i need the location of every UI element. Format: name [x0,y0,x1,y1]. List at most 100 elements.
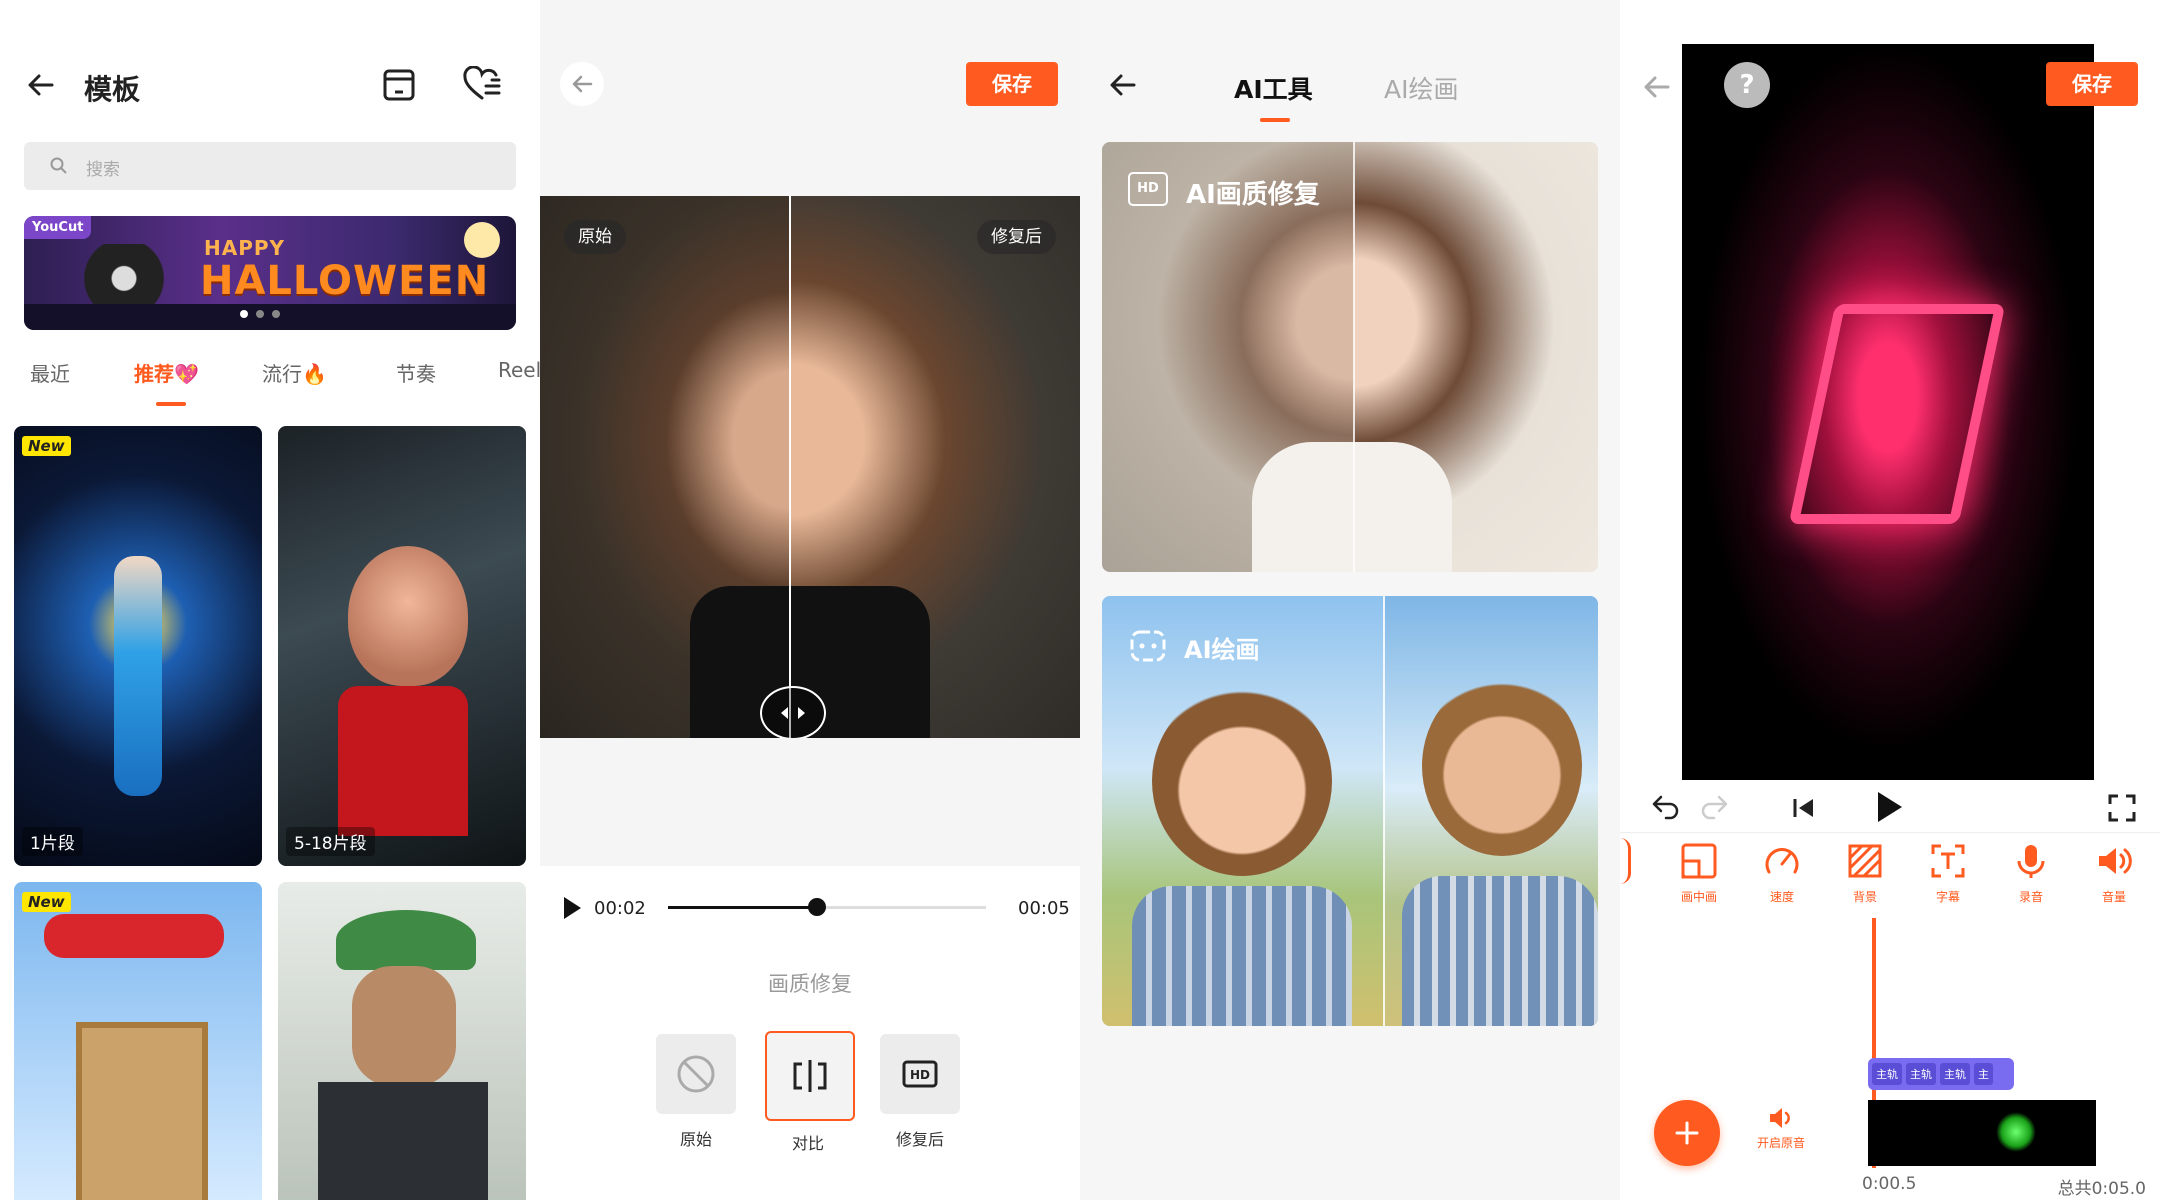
tool-speed[interactable]: 速度 [1747,842,1817,905]
progress-track[interactable] [668,898,986,916]
progress-knob[interactable] [808,898,827,916]
tab-label: Reel [498,358,540,382]
mode-compare-button[interactable]: 对比 [765,1031,855,1154]
card-divider [1383,596,1385,1026]
tab-label: 节奏 [396,362,436,386]
back-arrow-icon[interactable] [1108,70,1138,100]
main-track-labels[interactable]: 主轨 主轨 主轨 主 [1868,1058,2014,1090]
restore-screen: 保存 原始 修复后 00:02 00:05 画质修复 原始 对比 HD 修复后 [540,0,1080,1200]
card-figure [114,556,162,796]
mic-icon [2012,842,2066,880]
halloween-banner[interactable]: YouCut HAPPY HALLOWEEN [24,216,516,330]
tool-record[interactable]: 录音 [1996,842,2066,905]
template-card[interactable]: 5-18片段 [278,426,526,866]
search-bar[interactable]: 搜索 [24,142,516,190]
tool-background[interactable]: 背景 [1830,842,1900,905]
tool-pip[interactable]: 画中画 [1664,842,1734,905]
mute-toggle[interactable]: 开启原音 [1746,1106,1816,1151]
volume-icon [2095,842,2149,880]
mode-restored-button[interactable]: HD 修复后 [880,1034,960,1150]
photo-boy-head [1422,676,1582,856]
track-label: 主轨 [1940,1063,1970,1085]
tab-recommended[interactable]: 推荐💖 [134,358,199,387]
save-button[interactable]: 保存 [2046,62,2138,106]
tool-label: 音量 [2101,890,2126,904]
drag-arrows-icon [778,705,808,721]
card-shirt [338,686,468,836]
banner-pager[interactable] [240,310,280,318]
mode-original-button[interactable]: 原始 [656,1034,736,1150]
mode-compare-tile [765,1031,855,1121]
speed-icon [1763,842,1817,880]
tool-volume[interactable]: 音量 [2079,842,2149,905]
tab-label: 最近 [30,362,70,386]
video-preview[interactable] [1682,44,2094,780]
tab-recent[interactable]: 最近 [30,358,70,387]
favorites-heart-icon[interactable] [462,66,502,102]
fullscreen-icon[interactable] [2108,794,2136,822]
template-card[interactable]: New 1片段 [14,426,262,866]
mode-label: 修复后 [895,1130,944,1149]
tab-ai-tools[interactable]: AI工具 [1234,70,1313,106]
tool-label: 速度 [1769,890,1794,904]
card-divider [1353,142,1355,572]
current-time: 00:02 [594,898,646,919]
tab-label: 推荐 [134,362,174,386]
clip-count: 5-18片段 [286,827,375,856]
divider [1620,832,2160,833]
card-hat [336,910,476,970]
help-button[interactable]: ? [1724,62,1770,108]
video-clip-thumbnail[interactable] [1868,1100,2096,1166]
template-card[interactable]: New [14,882,262,1200]
drafts-icon[interactable] [382,68,416,102]
track-label: 主轨 [1906,1063,1936,1085]
back-button[interactable] [560,62,604,106]
play-icon[interactable] [562,896,582,920]
compare-handle[interactable] [760,686,826,738]
compare-viewer[interactable]: 原始 修复后 [540,196,1080,738]
total-time: 总共0:05.0 [2057,1179,2146,1199]
banner-line2: HALLOWEEN [200,258,490,304]
svg-text:HD: HD [910,1068,930,1082]
card-title: AI绘画 [1184,636,1260,664]
back-arrow-icon[interactable] [1642,72,1672,102]
tab-ai-painting[interactable]: AI绘画 [1384,70,1458,106]
track-label: 主 [1974,1063,1993,1085]
tool-label: 录音 [2018,890,2043,904]
banner-brand: YouCut [24,216,92,239]
page-title: 模板 [84,73,141,106]
background-icon [1846,842,1900,880]
skip-start-icon[interactable] [1792,796,1816,820]
template-card[interactable] [278,882,526,1200]
save-button[interactable]: 保存 [966,62,1058,106]
mode-restored-tile: HD [880,1034,960,1114]
current-time: 0:00.5 [1862,1174,1917,1194]
mode-label: 原始 [679,1130,712,1149]
search-icon [50,157,68,175]
tool-text[interactable]: 字幕 [1913,842,1983,905]
ai-painting-card[interactable]: AI绘画 [1102,596,1598,1026]
card-face [348,546,468,686]
compare-icon [790,1056,830,1096]
banner-line1: HAPPY [204,236,286,260]
toolbar-edge-icon [1620,838,1631,884]
tab-reel[interactable]: Reel [498,358,540,382]
tab-popular[interactable]: 流行🔥 [262,358,327,387]
card-title: AI画质修复 [1186,180,1320,210]
play-icon[interactable] [1876,790,1904,824]
tab-indicator [1260,118,1290,122]
tab-rhythm[interactable]: 节奏 [396,358,436,387]
add-clip-button[interactable] [1654,1100,1720,1166]
back-arrow-icon[interactable] [26,70,56,100]
templates-screen: 模板 搜索 YouCut HAPPY HALLOWEEN 最近 推荐💖 流行🔥 … [0,0,540,1200]
clip-glow [1996,1112,2036,1152]
new-badge: New [22,436,71,456]
tab-indicator [156,402,186,406]
original-chip: 原始 [564,220,626,254]
redo-icon[interactable] [1700,794,1730,820]
photo-shirt [1402,876,1598,1026]
fire-emoji-icon: 🔥 [302,362,327,386]
ai-restore-card[interactable]: HD AI画质修复 [1102,142,1598,572]
undo-icon[interactable] [1650,794,1680,820]
mute-label: 开启原音 [1756,1136,1805,1150]
